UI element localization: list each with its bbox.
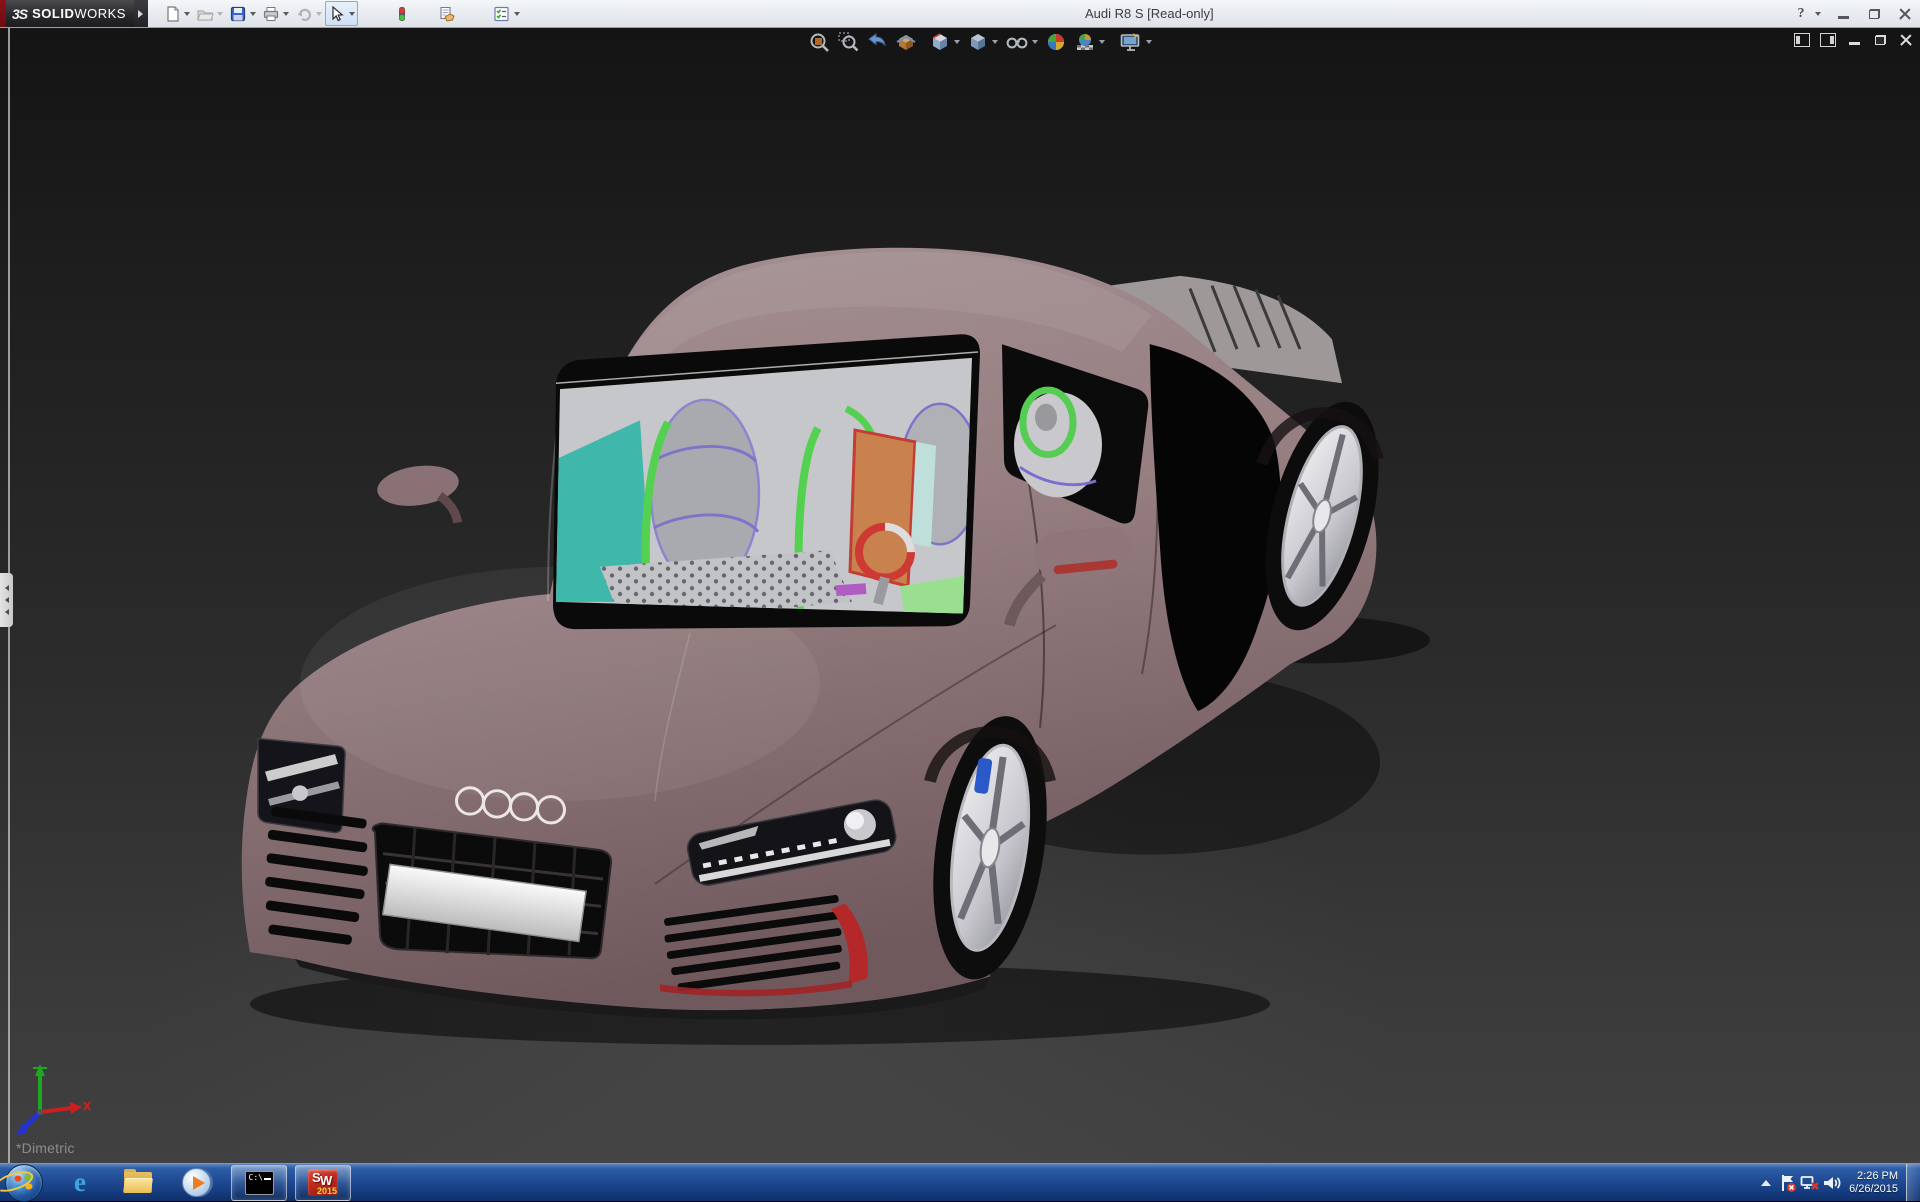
up-arrow-icon xyxy=(1761,1179,1772,1186)
view-orientation-label: *Dimetric xyxy=(16,1140,75,1156)
internet-explorer-icon: e xyxy=(74,1167,86,1197)
close-button[interactable] xyxy=(1896,5,1914,23)
system-tray: 2:26 PM 6/26/2015 xyxy=(1755,1164,1920,1201)
options-button[interactable] xyxy=(489,1,523,26)
solidworks-2015-icon: S W 2015 xyxy=(308,1169,338,1196)
media-player-icon xyxy=(181,1168,211,1197)
open-folder-icon xyxy=(197,9,214,21)
taskbar-clock[interactable]: 2:26 PM 6/26/2015 xyxy=(1849,1170,1898,1196)
command-prompt-icon: C:\ xyxy=(244,1170,274,1195)
graphics-area[interactable]: *Dimetric xyxy=(0,28,1920,1163)
new-document-button[interactable] xyxy=(160,1,193,26)
dassault-logo-icon: 3S xyxy=(12,5,28,22)
titlebar-window-buttons: ? xyxy=(1792,0,1914,27)
open-document-button[interactable] xyxy=(193,1,226,26)
taskbar-internet-explorer[interactable]: e xyxy=(0,1166,99,1200)
volume-button[interactable] xyxy=(1821,1168,1843,1198)
network-disconnected-icon xyxy=(1800,1175,1819,1190)
folder-icon xyxy=(122,1169,154,1193)
help-button[interactable]: ? xyxy=(1792,5,1810,23)
traffic-light-icon xyxy=(399,6,405,21)
titlebar: 3S SOLIDWORKS Audi R8 S [Read-only] ? xyxy=(0,0,1920,28)
interior xyxy=(556,357,972,614)
minimize-button[interactable] xyxy=(1834,5,1852,23)
help-dropdown-icon[interactable] xyxy=(1815,11,1821,16)
brand-name: SOLIDWORKS xyxy=(32,6,126,21)
action-center-button[interactable] xyxy=(1777,1168,1799,1198)
taskbar-file-explorer[interactable] xyxy=(119,1166,157,1200)
select-tool-button[interactable] xyxy=(325,1,358,26)
reference-triad xyxy=(16,1064,91,1136)
menu-expand-arrow-icon[interactable] xyxy=(133,0,148,27)
solidworks-menu[interactable]: 3S SOLIDWORKS xyxy=(0,0,148,27)
show-desktop-button[interactable] xyxy=(1906,1164,1920,1201)
taskbar-media-player[interactable] xyxy=(177,1166,215,1200)
print-button[interactable] xyxy=(259,1,292,26)
solidworks-logo: 3S SOLIDWORKS xyxy=(6,0,134,27)
select-cursor-icon xyxy=(332,5,344,21)
show-hidden-icons-button[interactable] xyxy=(1755,1168,1777,1198)
save-floppy-icon xyxy=(230,6,246,21)
network-status-button[interactable] xyxy=(1799,1168,1821,1198)
undo-arrow-icon xyxy=(297,8,311,21)
standard-toolbar xyxy=(160,0,523,27)
clock-date: 6/26/2015 xyxy=(1849,1182,1898,1195)
window-title: Audi R8 S [Read-only] xyxy=(1085,6,1214,21)
display-states-button[interactable] xyxy=(392,1,412,26)
speaker-icon xyxy=(1824,1176,1841,1189)
options-checklist-icon xyxy=(494,6,509,21)
hand-document-icon xyxy=(440,6,455,22)
save-button[interactable] xyxy=(226,1,259,26)
flag-alert-icon xyxy=(1782,1174,1797,1192)
windshield xyxy=(553,334,980,630)
printer-icon xyxy=(263,6,279,21)
model-render xyxy=(241,247,1430,1045)
clock-time: 2:26 PM xyxy=(1857,1169,1898,1182)
windows-taskbar: e C:\ S W 2015 2:26 PM 6/26/2015 xyxy=(0,1163,1920,1202)
new-document-icon xyxy=(167,5,179,22)
properties-button[interactable] xyxy=(434,1,459,26)
restore-button[interactable] xyxy=(1865,5,1883,23)
taskbar-solidworks[interactable]: S W 2015 xyxy=(295,1164,351,1201)
left-mirror xyxy=(377,465,463,524)
undo-button[interactable] xyxy=(292,1,325,26)
taskbar-command-prompt[interactable]: C:\ xyxy=(231,1164,287,1201)
